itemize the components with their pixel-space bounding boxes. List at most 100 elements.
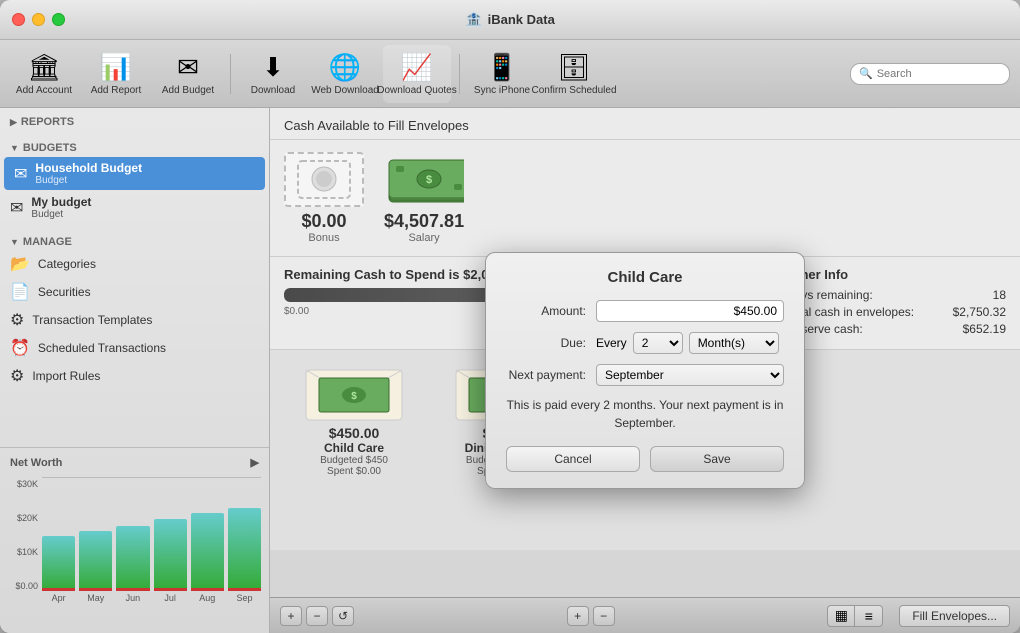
modal-due-period-select[interactable]: Month(s) Day(s) Week(s) Year(s) [689, 332, 779, 354]
modal-next-payment-row: Next payment: September July August Octo… [506, 364, 784, 386]
manage-arrow: ▼ [10, 237, 19, 247]
maximize-button[interactable] [52, 13, 65, 26]
sidebar: ▶ REPORTS ▼ BUDGETS ✉ Household Budget B… [0, 108, 270, 633]
budgets-label: BUDGETS [23, 142, 77, 154]
modal-amount-label: Amount: [506, 304, 596, 318]
chart-bar-jun [116, 526, 149, 591]
modal-next-payment-select[interactable]: September July August October November [596, 364, 784, 386]
chart-xlabel-aug: Aug [191, 593, 224, 603]
add-account-button[interactable]: 🏛 Add Account [10, 45, 78, 103]
manage-label: MANAGE [23, 236, 72, 248]
net-worth-label: Net Worth [10, 457, 62, 469]
download-quotes-button[interactable]: 📈 Download Quotes [383, 45, 451, 103]
confirm-scheduled-button[interactable]: 🗄 Confirm Scheduled [540, 45, 608, 103]
add-report-label: Add Report [91, 85, 142, 96]
modal-amount-input[interactable] [596, 300, 784, 322]
household-budget-name: Household Budget [35, 161, 142, 175]
chart-xlabel-apr: Apr [42, 593, 75, 603]
chart-ylabel-0: $0.00 [8, 581, 38, 591]
sidebar-item-my-budget[interactable]: ✉ My budget Budget [0, 191, 269, 224]
search-icon: 🔍 [859, 67, 873, 80]
sidebar-item-securities[interactable]: 📄 Securities [0, 278, 269, 306]
chart-xlabel-sep: Sep [228, 593, 261, 603]
modal-save-button[interactable]: Save [650, 446, 784, 472]
net-worth-area: Net Worth ▶ $30K $20K $10K $0.00 [0, 447, 269, 633]
child-care-modal: Child Care Amount: Due: Every 2 1 3 [485, 252, 805, 489]
download-label: Download [251, 85, 295, 96]
sidebar-item-categories[interactable]: 📂 Categories [0, 250, 269, 278]
modal-info-text: This is paid every 2 months. Your next p… [506, 396, 784, 432]
sync-iphone-button[interactable]: 📱 Sync iPhone [468, 45, 536, 103]
minimize-button[interactable] [32, 13, 45, 26]
modal-due-group: Every 2 1 3 4 6 Month(s) Day(s) [596, 332, 784, 354]
web-download-button[interactable]: 🌐 Web Download [311, 45, 379, 103]
add-account-label: Add Account [16, 85, 72, 96]
my-budget-sub: Budget [31, 209, 91, 220]
titlebar: 🏦 iBank Data [0, 0, 1020, 40]
chart-ylabel-20k: $20K [8, 513, 38, 523]
net-worth-header[interactable]: Net Worth ▶ [0, 452, 269, 473]
modal-buttons: Cancel Save [506, 446, 784, 472]
budgets-arrow: ▼ [10, 143, 19, 153]
net-worth-arrow: ▶ [251, 456, 259, 469]
modal-next-payment-label: Next payment: [506, 368, 596, 382]
my-budget-name: My budget [31, 195, 91, 209]
household-budget-sub: Budget [35, 175, 142, 186]
import-rules-label: Import Rules [32, 369, 100, 383]
securities-label: Securities [38, 285, 91, 299]
net-worth-chart: $30K $20K $10K $0.00 [0, 473, 269, 633]
chart-bar-apr [42, 536, 75, 591]
reports-label: REPORTS [21, 116, 74, 128]
modal-due-label: Due: [506, 336, 596, 350]
securities-icon: 📄 [10, 282, 30, 302]
chart-bar-jul [154, 519, 187, 591]
search-box[interactable]: 🔍 [850, 63, 1010, 85]
web-download-icon: 🌐 [329, 52, 361, 83]
close-button[interactable] [12, 13, 25, 26]
chart-xlabel-jul: Jul [154, 593, 187, 603]
download-button[interactable]: ⬇ Download [239, 45, 307, 103]
modal-due-number-select[interactable]: 2 1 3 4 6 [633, 332, 683, 354]
manage-section: ▼ MANAGE 📂 Categories 📄 Securities ⚙ Tra… [0, 228, 269, 394]
main-window: 🏦 iBank Data 🏛 Add Account 📊 Add Report … [0, 0, 1020, 633]
household-budget-text: Household Budget Budget [35, 161, 142, 186]
confirm-scheduled-label: Confirm Scheduled [531, 85, 616, 96]
add-account-icon: 🏛 [27, 52, 60, 83]
modal-cancel-button[interactable]: Cancel [506, 446, 640, 472]
sidebar-item-transaction-templates[interactable]: ⚙ Transaction Templates [0, 306, 269, 334]
separator-2 [459, 54, 460, 94]
sidebar-item-import-rules[interactable]: ⚙ Import Rules [0, 362, 269, 390]
toolbar: 🏛 Add Account 📊 Add Report ✉ Add Budget … [0, 40, 1020, 108]
sidebar-item-household-budget[interactable]: ✉ Household Budget Budget [4, 157, 265, 190]
budgets-header[interactable]: ▼ BUDGETS [0, 138, 269, 156]
budgets-section: ▼ BUDGETS ✉ Household Budget Budget ✉ My… [0, 134, 269, 228]
modal-due-row: Due: Every 2 1 3 4 6 Month(s) [506, 332, 784, 354]
download-icon: ⬇ [262, 52, 284, 83]
chart-bar-aug [191, 513, 224, 591]
scheduled-transactions-icon: ⏰ [10, 338, 30, 358]
add-budget-icon: ✉ [177, 52, 199, 83]
chart-ylabel-30k: $30K [8, 479, 38, 489]
categories-label: Categories [38, 257, 96, 271]
categories-icon: 📂 [10, 254, 30, 274]
reports-header[interactable]: ▶ REPORTS [0, 112, 269, 130]
transaction-templates-label: Transaction Templates [32, 313, 152, 327]
scheduled-transactions-label: Scheduled Transactions [38, 341, 166, 355]
confirm-scheduled-icon: 🗄 [557, 52, 590, 83]
my-budget-icon: ✉ [10, 198, 23, 218]
chart-bar-may [79, 531, 112, 591]
app-icon: 🏦 [465, 11, 482, 28]
add-report-button[interactable]: 📊 Add Report [82, 45, 150, 103]
add-budget-label: Add Budget [162, 85, 214, 96]
download-quotes-icon: 📈 [401, 52, 433, 83]
manage-header[interactable]: ▼ MANAGE [0, 232, 269, 250]
modal-title: Child Care [506, 269, 784, 286]
household-budget-icon: ✉ [14, 164, 27, 184]
modal-amount-row: Amount: [506, 300, 784, 322]
search-input[interactable] [877, 68, 1001, 80]
sidebar-item-scheduled-transactions[interactable]: ⏰ Scheduled Transactions [0, 334, 269, 362]
chart-ylabel-10k: $10K [8, 547, 38, 557]
add-budget-button[interactable]: ✉ Add Budget [154, 45, 222, 103]
transaction-templates-icon: ⚙ [10, 310, 24, 330]
sync-iphone-icon: 📱 [486, 52, 518, 83]
